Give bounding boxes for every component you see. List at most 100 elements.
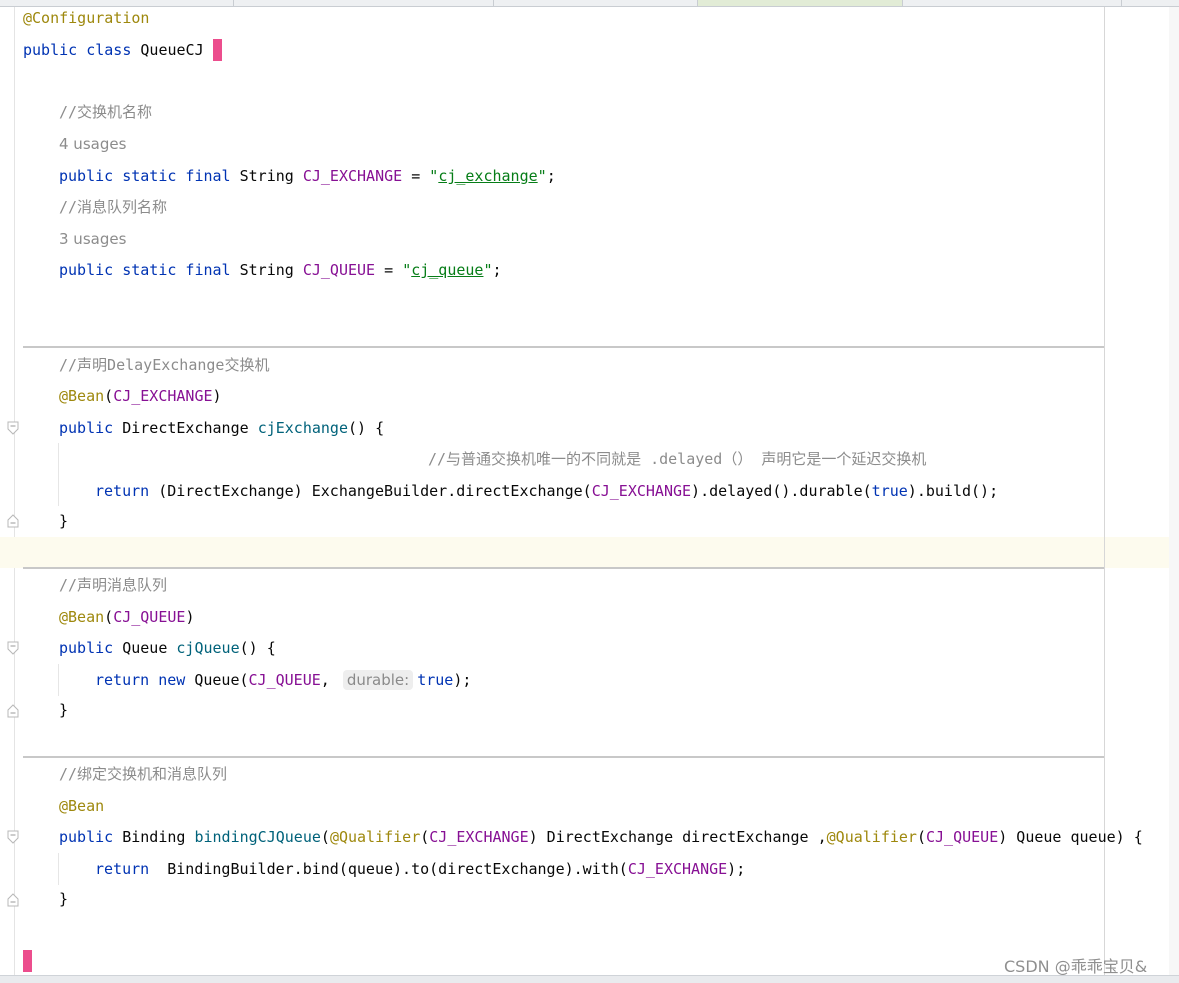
qualifier-annotation: @Qualifier xyxy=(329,828,421,846)
fold-open-icon[interactable] xyxy=(7,830,19,844)
field-type: String xyxy=(239,261,294,279)
code-line[interactable]: //声明消息队列 xyxy=(59,574,167,596)
string-quote: " xyxy=(483,261,493,279)
fold-open-icon[interactable] xyxy=(7,641,19,655)
code-line[interactable]: @Bean(CJ_EXCHANGE) xyxy=(59,385,222,407)
code-line[interactable]: //绑定交换机和消息队列 xyxy=(59,763,227,785)
boolean-literal: true xyxy=(871,482,908,500)
string-literal: cj_queue xyxy=(411,261,484,279)
editor-tab[interactable] xyxy=(903,0,1122,6)
class-keywords: public class xyxy=(23,41,132,59)
parameter-decl: DirectExchange directExchange , xyxy=(537,828,827,846)
access-modifier: public xyxy=(59,828,114,846)
constant-ref: CJ_QUEUE xyxy=(248,671,321,689)
expression-part: , xyxy=(320,671,330,689)
new-keyword: new xyxy=(158,671,186,689)
semicolon: ; xyxy=(492,261,502,279)
field-type: String xyxy=(239,167,294,185)
fold-close-icon[interactable] xyxy=(7,514,19,528)
code-line[interactable]: public Binding bindingCJQueue(@Qualifier… xyxy=(59,826,1143,848)
parameter-decl: Queue queue) { xyxy=(1007,828,1143,846)
code-line[interactable]: return new Queue(CJ_QUEUE, durable: true)… xyxy=(95,669,471,691)
method-params: () { xyxy=(348,419,385,437)
code-line[interactable]: @Configuration xyxy=(23,7,149,29)
bean-annotation: @Bean xyxy=(59,608,105,626)
constant-ref: CJ_EXCHANGE xyxy=(627,860,728,878)
code-line[interactable]: //消息队列名称 xyxy=(59,196,167,218)
closing-brace: } xyxy=(59,890,69,908)
matched-brace-highlight: } xyxy=(23,950,33,972)
code-line[interactable]: public Queue cjQueue() { xyxy=(59,637,276,659)
field-comment: //交换机名称 xyxy=(59,103,153,121)
semicolon: ; xyxy=(546,167,556,185)
code-line[interactable]: } xyxy=(23,950,32,972)
return-type: DirectExchange xyxy=(122,419,249,437)
closing-brace: } xyxy=(59,701,69,719)
code-line[interactable]: } xyxy=(59,888,68,910)
bean-annotation: @Bean xyxy=(59,387,105,405)
field-modifiers: public static final xyxy=(59,261,231,279)
expression-part: ).build(); xyxy=(907,482,999,500)
indent-guide xyxy=(58,853,59,885)
access-modifier: public xyxy=(59,639,114,657)
expression-part: ).delayed().durable( xyxy=(691,482,872,500)
assign-operator: = xyxy=(375,261,403,279)
return-keyword: return xyxy=(95,860,150,878)
code-line[interactable]: public static final String CJ_EXCHANGE =… xyxy=(59,165,556,187)
indent-guide xyxy=(58,443,59,506)
string-quote: " xyxy=(429,167,439,185)
fold-open-icon[interactable] xyxy=(7,421,19,435)
method-comment: //绑定交换机和消息队列 xyxy=(59,765,228,783)
code-line[interactable]: //交换机名称 xyxy=(59,101,152,123)
inline-comment: //与普通交换机唯一的不同就是 .delayed（） 声明它是一个延迟交换机 xyxy=(428,450,927,468)
code-line[interactable]: public DirectExchange cjExchange() { xyxy=(59,417,384,439)
fold-close-icon[interactable] xyxy=(7,704,19,718)
editor-tab[interactable] xyxy=(0,0,234,6)
code-line[interactable]: @Bean xyxy=(59,795,104,817)
field-modifiers: public static final xyxy=(59,167,231,185)
string-quote: " xyxy=(402,261,412,279)
expression-part: (DirectExchange) ExchangeBuilder.directE… xyxy=(149,482,592,500)
method-name: cjExchange xyxy=(257,419,348,437)
expression-part: ); xyxy=(727,860,746,878)
code-line[interactable]: } xyxy=(59,699,68,721)
current-line-highlight xyxy=(0,537,1179,568)
editor-tab[interactable] xyxy=(234,0,494,6)
usages-hint[interactable]: 3 usages xyxy=(59,228,126,250)
class-annotation: @Configuration xyxy=(23,9,150,27)
field-name: CJ_EXCHANGE xyxy=(302,167,403,185)
constant-ref: CJ_EXCHANGE xyxy=(591,482,692,500)
return-type: Binding xyxy=(122,828,186,846)
method-comment: //声明消息队列 xyxy=(59,576,168,594)
code-line[interactable]: return BindingBuilder.bind(queue).to(dir… xyxy=(95,858,745,880)
code-line[interactable]: public static final String CJ_QUEUE = "c… xyxy=(59,259,502,281)
string-literal: cj_exchange xyxy=(438,167,538,185)
method-separator xyxy=(23,756,1104,758)
annotation-argument: CJ_EXCHANGE xyxy=(113,387,213,405)
field-name: CJ_QUEUE xyxy=(302,261,376,279)
code-line[interactable]: public class QueueCJ { xyxy=(23,39,222,61)
fold-close-icon[interactable] xyxy=(7,893,19,907)
qualifier-annotation: @Qualifier xyxy=(826,828,917,846)
parameter-name-hint[interactable]: durable: xyxy=(342,670,414,690)
code-line[interactable]: //与普通交换机唯一的不同就是 .delayed（） 声明它是一个延迟交换机 xyxy=(428,448,926,470)
assign-operator: = xyxy=(402,167,430,185)
method-comment: //声明DelayExchange交换机 xyxy=(59,356,270,374)
string-quote: " xyxy=(537,167,547,185)
code-line[interactable]: //声明DelayExchange交换机 xyxy=(59,354,269,376)
code-line[interactable]: @Bean(CJ_QUEUE) xyxy=(59,606,194,628)
vertical-scrollbar[interactable] xyxy=(1169,7,1179,975)
method-name: bindingCJQueue xyxy=(194,828,321,846)
usages-hint[interactable]: 4 usages xyxy=(59,133,126,155)
method-params: () { xyxy=(239,639,276,657)
editor-tab-active[interactable] xyxy=(698,0,903,6)
indent-guide xyxy=(58,664,59,696)
editor-tab[interactable] xyxy=(494,0,698,6)
matched-brace-highlight: { xyxy=(212,39,222,61)
constant-ref: CJ_EXCHANGE xyxy=(429,828,529,846)
expression-part: ); xyxy=(453,671,472,689)
code-line[interactable]: return (DirectExchange) ExchangeBuilder.… xyxy=(95,480,998,502)
return-keyword: return xyxy=(95,671,150,689)
code-line[interactable]: } xyxy=(59,510,68,532)
editor-tab-bar xyxy=(0,0,1179,7)
